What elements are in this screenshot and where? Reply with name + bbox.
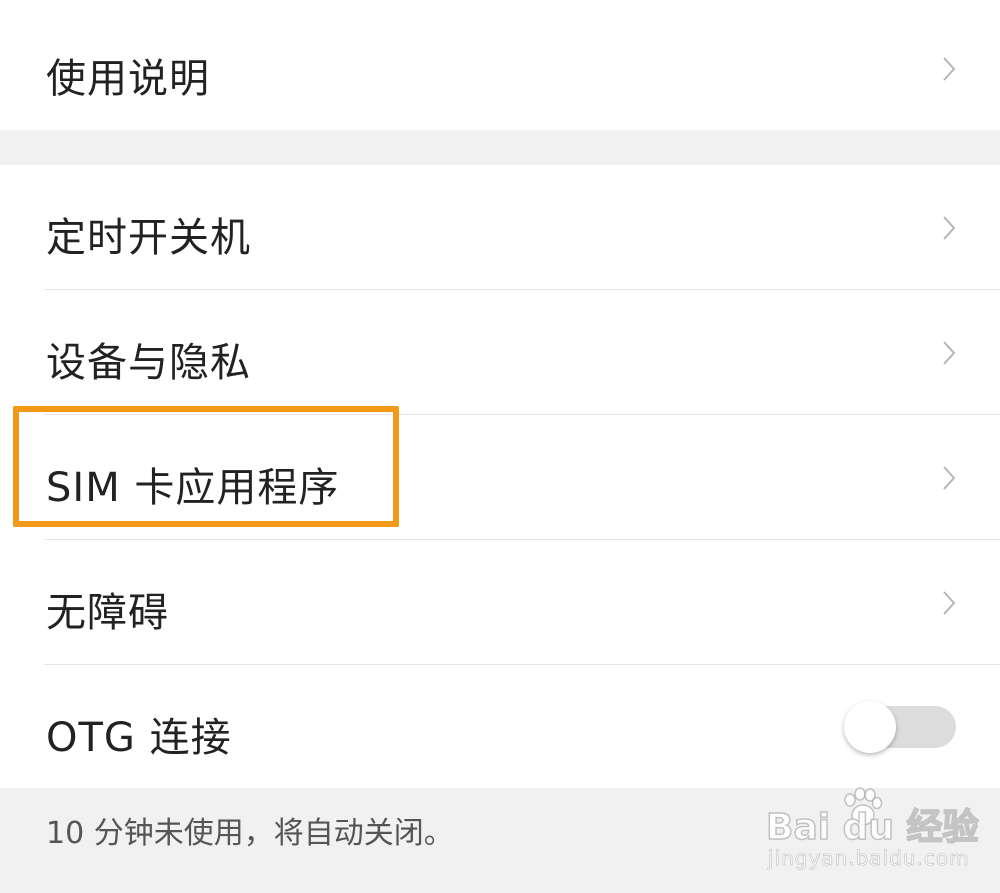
- chevron-right-icon: [943, 341, 956, 365]
- chevron-right-icon: [943, 466, 956, 490]
- settings-item-label: 设备与隐私: [46, 340, 251, 386]
- settings-item-label: OTG 连接: [46, 715, 232, 761]
- chevron-right-icon: [943, 216, 956, 240]
- footer-note: 10 分钟未使用，将自动关闭。: [46, 816, 454, 851]
- settings-item-scheduled-power[interactable]: 定时开关机: [0, 165, 1000, 289]
- settings-section-top: 使用说明: [0, 0, 1000, 130]
- otg-toggle[interactable]: [844, 701, 956, 753]
- settings-item-device-privacy[interactable]: 设备与隐私: [0, 290, 1000, 414]
- highlight-box: [13, 406, 399, 527]
- settings-item-instructions[interactable]: 使用说明: [0, 0, 1000, 130]
- chevron-right-icon: [943, 57, 956, 81]
- settings-item-label: 无障碍: [46, 590, 169, 636]
- chevron-right-icon: [943, 591, 956, 615]
- settings-item-label: 定时开关机: [46, 215, 251, 261]
- settings-item-otg: OTG 连接: [0, 665, 1000, 788]
- settings-item-accessibility[interactable]: 无障碍: [0, 540, 1000, 664]
- toggle-knob: [844, 701, 896, 753]
- settings-item-label: 使用说明: [46, 56, 210, 102]
- watermark-main-text: Bai du 经验: [765, 806, 979, 849]
- baidu-jingyan-watermark: Bai du 经验 jingyan.baidu.com: [760, 784, 979, 884]
- watermark-url-text: jingyan.baidu.com: [768, 846, 970, 871]
